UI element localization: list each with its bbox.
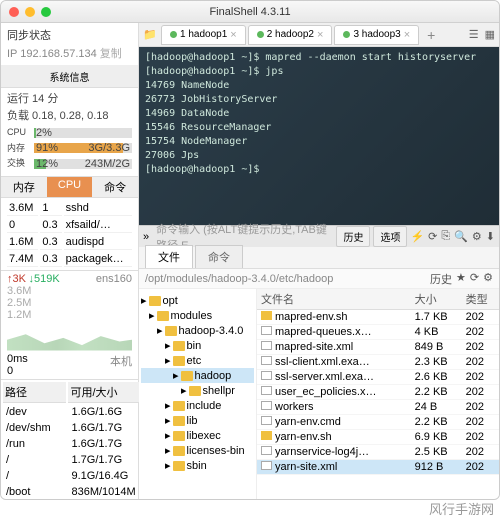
load: 负载 0.18, 0.28, 0.18	[7, 108, 132, 125]
refresh-icon[interactable]: ⟳	[428, 230, 437, 243]
ip-value: 192.168.57.134	[20, 48, 96, 60]
file-row[interactable]: yarn-site.xml912 B202	[257, 460, 499, 475]
tab-file[interactable]: 文件	[145, 245, 193, 268]
grid-icon[interactable]: ▦	[485, 28, 495, 41]
process-row[interactable]: 7.4M0.3packagek…	[7, 252, 132, 267]
add-tab-button[interactable]: +	[421, 27, 441, 43]
refresh-icon[interactable]: ⟳	[470, 271, 479, 287]
disk-row[interactable]: /dev/shm1.6G/1.7G	[3, 421, 139, 435]
close-tab-icon[interactable]: ×	[230, 29, 236, 41]
swap-bar: 12%243M/2G	[34, 159, 132, 169]
file-row[interactable]: workers24 B202	[257, 400, 499, 415]
file-row[interactable]: yarnservice-log4j…2.5 KB202	[257, 445, 499, 460]
terminal[interactable]: [hadoop@hadoop1 ~]$ mapred --daemon star…	[139, 47, 499, 225]
sync-title: 同步状态	[7, 27, 132, 43]
net-down: ↓519K	[28, 273, 59, 285]
close-tab-icon[interactable]: ×	[404, 29, 410, 41]
history-button[interactable]: 历史	[336, 226, 370, 247]
tree-node[interactable]: ▸ libexec	[141, 428, 254, 443]
mem-bar: 91%3G/3.3G	[34, 143, 132, 153]
tab-cpu[interactable]: CPU	[47, 177, 93, 197]
gear-icon[interactable]: ⚙	[483, 271, 493, 287]
net-sparkline	[7, 323, 132, 351]
process-row[interactable]: 1.6M0.3audispd	[7, 235, 132, 250]
disk-row[interactable]: /9.1G/16.4G	[3, 469, 139, 483]
command-bar: » 命令输入 (按ALT键提示历史,TAB键路径,E… 历史 选项 ⚡ ⟳ ⎘ …	[139, 225, 499, 247]
tree-node[interactable]: ▸ licenses-bin	[141, 443, 254, 458]
main-pane: 📁 1 hadoop1 ×2 hadoop2 ×3 hadoop3 × + ☰ …	[139, 23, 499, 499]
session-tab[interactable]: 3 hadoop3 ×	[334, 25, 419, 45]
disk-row[interactable]: /run1.6G/1.7G	[3, 437, 139, 451]
tree-node[interactable]: ▸ opt	[141, 293, 254, 308]
file-row[interactable]: yarn-env.cmd2.2 KB202	[257, 415, 499, 430]
tree-node[interactable]: ▸ hadoop	[141, 368, 254, 383]
disk-row[interactable]: /boot836M/1014M	[3, 485, 139, 499]
file-row[interactable]: mapred-env.sh1.7 KB202	[257, 310, 499, 325]
prompt-icon: »	[143, 231, 149, 243]
tab-cmd[interactable]: 命令	[92, 177, 138, 197]
tree-node[interactable]: ▸ modules	[141, 308, 254, 323]
net-up: ↑3K	[7, 273, 26, 285]
watermark: 风行手游网	[429, 499, 494, 518]
path-text[interactable]: /opt/modules/hadoop-3.4.0/etc/hadoop	[145, 273, 333, 285]
file-pane: ▸ opt▸ modules▸ hadoop-3.4.0▸ bin▸ etc▸ …	[139, 289, 499, 499]
minimize-icon[interactable]	[25, 7, 35, 17]
tab-command[interactable]: 命令	[195, 245, 243, 268]
folder-icon[interactable]: 📁	[143, 28, 159, 42]
settings-icon[interactable]: ⚙	[472, 230, 482, 243]
tab-mem[interactable]: 内存	[1, 177, 47, 197]
file-list[interactable]: 文件名大小类型mapred-env.sh1.7 KB202mapred-queu…	[257, 289, 499, 499]
zoom-icon[interactable]	[41, 7, 51, 17]
tree-node[interactable]: ▸ bin	[141, 338, 254, 353]
process-row[interactable]: 3.6M1sshd	[7, 201, 132, 216]
file-row[interactable]: yarn-env.sh6.9 KB202	[257, 430, 499, 445]
path-bar: /opt/modules/hadoop-3.4.0/etc/hadoop 历史 …	[139, 269, 499, 289]
tree-node[interactable]: ▸ sbin	[141, 458, 254, 473]
close-icon[interactable]	[9, 7, 19, 17]
proc-tabs: 内存 CPU 命令	[1, 176, 138, 198]
sidebar: 同步状态 IP 192.168.57.134 复制 系统信息 运行 14 分 负…	[1, 23, 139, 499]
window-controls	[9, 7, 51, 17]
cpu-bar: 2%	[34, 128, 132, 138]
process-table: 3.6M1sshd 00.3xfsaild/… 1.6M0.3audispd 7.4M…	[1, 198, 138, 270]
session-tab[interactable]: 1 hadoop1 ×	[161, 25, 246, 45]
session-tab[interactable]: 2 hadoop2 ×	[248, 25, 333, 45]
copy-button[interactable]: 复制	[100, 48, 122, 60]
disk-table: 路径可用/大小/dev1.6G/1.6G/dev/shm1.6G/1.7G/ru…	[1, 379, 141, 501]
tree-node[interactable]: ▸ shellpr	[141, 383, 254, 398]
sysinfo-header: 系统信息	[1, 66, 138, 88]
file-row[interactable]: ssl-server.xml.exa…2.6 KB202	[257, 370, 499, 385]
file-row[interactable]: mapred-site.xml849 B202	[257, 340, 499, 355]
net-iface[interactable]: ens160	[96, 273, 132, 285]
file-row[interactable]: mapred-queues.x…4 KB202	[257, 325, 499, 340]
download-icon[interactable]: ⬇	[486, 230, 495, 243]
session-tabbar: 📁 1 hadoop1 ×2 hadoop2 ×3 hadoop3 × + ☰ …	[139, 23, 499, 47]
app-window: FinalShell 4.3.11 同步状态 IP 192.168.57.134…	[0, 0, 500, 500]
folder-tree[interactable]: ▸ opt▸ modules▸ hadoop-3.4.0▸ bin▸ etc▸ …	[139, 289, 257, 499]
copy-icon[interactable]: ⎘	[441, 230, 450, 243]
tree-node[interactable]: ▸ hadoop-3.4.0	[141, 323, 254, 338]
options-button[interactable]: 选项	[373, 226, 407, 247]
disk-row[interactable]: /1.7G/1.7G	[3, 453, 139, 467]
path-history-button[interactable]: 历史	[430, 271, 452, 287]
close-tab-icon[interactable]: ×	[317, 29, 323, 41]
app-title: FinalShell 4.3.11	[209, 6, 290, 18]
uptime: 运行 14 分	[7, 91, 132, 108]
titlebar: FinalShell 4.3.11	[1, 1, 499, 23]
tree-node[interactable]: ▸ etc	[141, 353, 254, 368]
tree-node[interactable]: ▸ include	[141, 398, 254, 413]
star-icon[interactable]: ★	[456, 271, 466, 287]
sync-panel: 同步状态 IP 192.168.57.134 复制	[1, 23, 138, 66]
list-icon[interactable]: ☰	[469, 28, 479, 41]
file-row[interactable]: user_ec_policies.x…2.2 KB202	[257, 385, 499, 400]
bottom-tabs: 文件 命令	[139, 247, 499, 269]
process-row[interactable]: 00.3xfsaild/…	[7, 218, 132, 233]
search-icon[interactable]: 🔍	[454, 230, 468, 243]
disk-row[interactable]: /dev1.6G/1.6G	[3, 405, 139, 419]
file-row[interactable]: ssl-client.xml.exa…2.3 KB202	[257, 355, 499, 370]
tree-node[interactable]: ▸ lib	[141, 413, 254, 428]
bolt-icon[interactable]: ⚡	[410, 230, 424, 243]
